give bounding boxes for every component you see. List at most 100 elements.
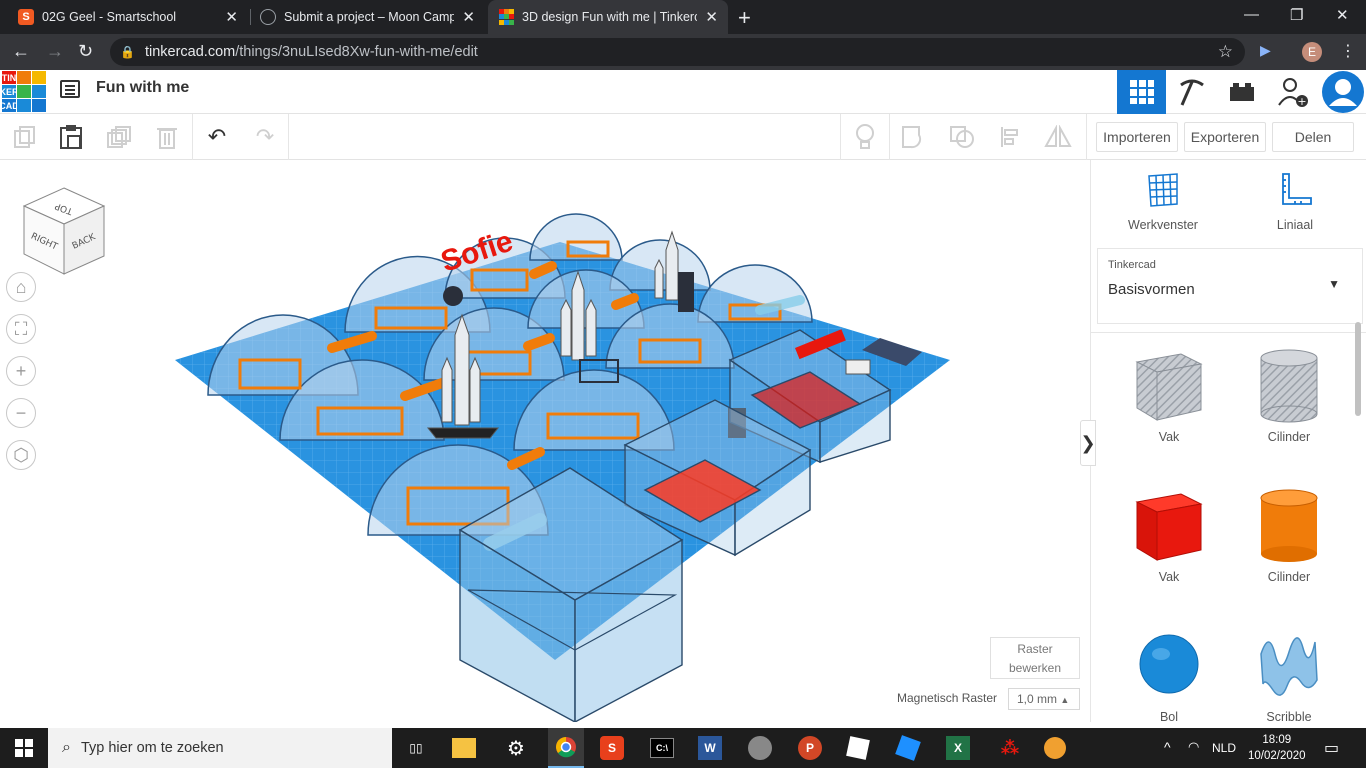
export-button[interactable]: Exporteren [1184, 122, 1266, 152]
chrome-icon[interactable] [548, 728, 584, 768]
terminal-icon[interactable]: C:\ [650, 738, 674, 758]
search-placeholder: Typ hier om te zoeken [80, 740, 224, 756]
network-icon[interactable]: ◠ [1188, 739, 1199, 755]
settings-gear-icon[interactable]: ⚙ [502, 734, 530, 762]
back-icon[interactable]: ← [12, 41, 30, 62]
task-view-icon[interactable]: ▯▯ [402, 734, 430, 762]
paste-icon[interactable] [56, 122, 86, 152]
tab-title: Submit a project – Moon Camp C [284, 10, 455, 24]
language-indicator[interactable]: NLD [1212, 741, 1236, 755]
app-icon[interactable] [748, 736, 772, 760]
shape-label: Scribble [1266, 710, 1312, 722]
shape-cylinder-hole[interactable]: Cilinder [1234, 344, 1344, 444]
excel-icon[interactable]: X [946, 736, 970, 760]
new-tab-button[interactable]: + [738, 5, 751, 31]
align-icon[interactable] [996, 122, 1026, 152]
zoom-in-icon[interactable]: + [6, 356, 36, 386]
logo-text: TIN [1, 71, 17, 84]
tinkercad-logo[interactable]: TIN KER CAD [0, 70, 46, 112]
smartschool-taskbar-icon[interactable]: S [600, 736, 624, 760]
address-bar[interactable]: 🔒 tinkercad.com/things/3nuLIsed8Xw-fun-w… [110, 38, 1245, 66]
taskbar-clock[interactable]: 18:09 10/02/2020 [1248, 732, 1306, 764]
lightbulb-icon[interactable] [850, 122, 880, 152]
tinkercad-favicon-icon [498, 9, 514, 25]
word-icon[interactable]: W [698, 736, 722, 760]
delete-icon[interactable] [152, 122, 182, 152]
undo-icon[interactable]: ↶ [202, 122, 232, 152]
scene-canvas[interactable]: Sofie [0, 160, 1090, 722]
minimize-icon[interactable]: — [1244, 6, 1259, 23]
roblox-studio-icon[interactable] [895, 735, 921, 761]
user-avatar[interactable] [1318, 70, 1366, 114]
roblox-icon[interactable] [846, 736, 870, 760]
collapse-panel-button[interactable]: ❯ [1080, 420, 1096, 466]
browser-tab-smartschool[interactable]: S 02G Geel - Smartschool ✕ [8, 0, 248, 34]
share-button[interactable]: Delen [1272, 122, 1354, 152]
duplicate-icon[interactable] [104, 122, 134, 152]
fit-view-icon[interactable]: ⛶ [6, 314, 36, 344]
url-host: tinkercad.com [144, 44, 236, 60]
perspective-icon[interactable]: ⬡ [6, 440, 36, 470]
bricks-button[interactable] [1217, 70, 1266, 114]
pickaxe-icon [1179, 79, 1204, 106]
3d-workplane-viewport[interactable]: Sofie TOP RIGHT BACK ⌂ ⛶ + − ⬡ Raster be… [0, 160, 1090, 722]
panel-divider [1091, 332, 1366, 333]
bookmark-star-icon[interactable]: ☆ [1218, 42, 1233, 62]
workplane-tool[interactable]: Werkvenster [1127, 172, 1199, 232]
edit-grid-button[interactable]: Raster bewerken [990, 637, 1080, 679]
tray-chevron-icon[interactable]: ^ [1164, 739, 1171, 755]
logo-text: CAD [0, 99, 19, 112]
close-window-icon[interactable]: ✕ [1336, 6, 1349, 24]
add-user-button[interactable]: + [1268, 70, 1317, 114]
sphere-icon [1139, 634, 1199, 694]
view-cube[interactable]: TOP RIGHT BACK [22, 186, 106, 276]
project-title[interactable]: Fun with me [96, 79, 189, 97]
import-button[interactable]: Importeren [1096, 122, 1178, 152]
mirror-icon[interactable] [1043, 122, 1073, 152]
file-explorer-icon[interactable] [452, 738, 476, 758]
close-tab-icon[interactable]: ✕ [225, 8, 238, 26]
extension-icon[interactable]: ▶ [1260, 42, 1271, 59]
home-view-icon[interactable]: ⌂ [6, 272, 36, 302]
shape-library-dropdown[interactable]: Tinkercad Basisvormen ▼ [1097, 248, 1363, 324]
forward-icon[interactable]: → [46, 41, 64, 62]
shape-sphere[interactable]: Bol [1114, 624, 1224, 722]
windows-start-icon[interactable] [10, 734, 38, 762]
caret-up-icon: ▲ [1060, 695, 1070, 705]
browser-tab-tinkercad[interactable]: 3D design Fun with me | Tinkercad ✕ [488, 0, 728, 34]
app-icon[interactable]: ⁂ [996, 734, 1024, 762]
design-list-icon[interactable] [60, 80, 80, 98]
redo-icon[interactable]: ↷ [250, 122, 280, 152]
shape-cylinder[interactable]: Cilinder [1234, 484, 1344, 584]
logo-text: KER [0, 85, 19, 98]
snap-grid-select[interactable]: 1,0 mm ▲ [1008, 688, 1080, 710]
toolbar-divider [288, 114, 289, 160]
group-icon[interactable] [899, 122, 929, 152]
snap-grid-value: 1,0 mm [1017, 692, 1058, 706]
ungroup-icon[interactable] [947, 122, 977, 152]
reload-icon[interactable]: ↻ [78, 41, 93, 62]
scratch-icon[interactable] [1044, 737, 1066, 759]
cylinder-icon [1260, 489, 1318, 562]
taskbar-search-input[interactable]: ⌕ Typ hier om te zoeken [48, 728, 392, 768]
shape-scribble[interactable]: Scribble [1234, 624, 1344, 722]
zoom-out-icon[interactable]: − [6, 398, 36, 428]
shape-label: Vak [1158, 570, 1180, 584]
ruler-tool[interactable]: Liniaal [1267, 172, 1323, 232]
panel-scrollbar[interactable] [1355, 322, 1361, 416]
browser-tab-moon-camp[interactable]: Submit a project – Moon Camp C ✕ [250, 0, 485, 34]
notifications-icon[interactable]: ▭ [1324, 738, 1339, 758]
powerpoint-icon[interactable]: P [798, 736, 822, 760]
more-menu-icon[interactable]: ⋮ [1340, 41, 1356, 61]
library-value: Basisvormen [1108, 281, 1195, 298]
copy-icon[interactable] [10, 122, 40, 152]
shape-box[interactable]: Vak [1114, 484, 1224, 584]
close-tab-icon[interactable]: ✕ [705, 8, 718, 26]
close-tab-icon[interactable]: ✕ [462, 8, 475, 26]
blocks-button[interactable] [1167, 70, 1216, 114]
restore-icon[interactable]: ❐ [1290, 6, 1303, 24]
shape-box-hole[interactable]: Vak [1114, 344, 1224, 444]
globe-icon [260, 9, 276, 25]
3d-view-button[interactable] [1117, 70, 1166, 114]
profile-avatar[interactable]: E [1302, 42, 1322, 62]
